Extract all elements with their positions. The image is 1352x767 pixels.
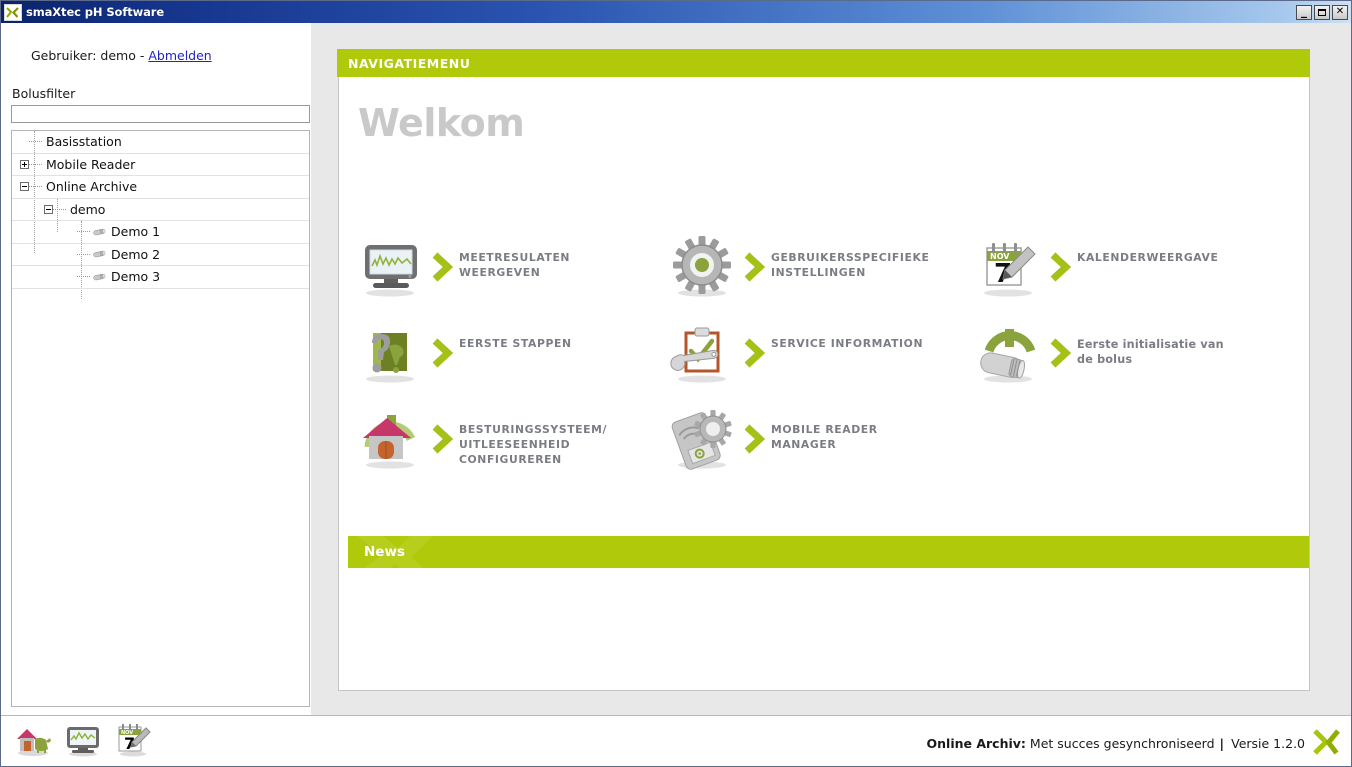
tree-connector: [77, 231, 90, 233]
tree-item-label: Demo 2: [111, 246, 161, 262]
main-card-inner: Welkom MEETRESULATEN WEERGEVEN GEBRUIKERS…: [339, 79, 1309, 690]
tree-item-label: Online Archive: [46, 179, 138, 195]
page-title: Welkom: [358, 101, 525, 145]
chevron-right-icon: [429, 407, 459, 471]
close-button[interactable]: ✕: [1332, 4, 1348, 20]
main-card: Welkom MEETRESULATEN WEERGEVEN GEBRUIKERS…: [338, 49, 1310, 691]
smaxtec-x-logo-icon: [4, 3, 22, 21]
tree-expand-icon[interactable]: [20, 159, 29, 169]
minimize-button[interactable]: _: [1296, 3, 1312, 20]
status-right: Online Archiv: Met succes gesynchronisee…: [927, 729, 1341, 758]
bolus-arc-icon: [975, 321, 1047, 385]
bolusfilter-label: Bolusfilter: [12, 86, 76, 101]
menu-tile[interactable]: MOBILE READER MANAGER: [669, 407, 878, 471]
minimize-icon: _: [1301, 3, 1307, 18]
device-tree[interactable]: Basisstation Mobile Reader Online Archive d…: [11, 130, 310, 707]
tree-item-online-archive[interactable]: Online Archive: [12, 176, 309, 199]
sidebar: Gebruiker: demo - Abmelden Bolusfilter B…: [1, 23, 311, 715]
chevron-right-icon: [741, 407, 771, 471]
workspace: Gebruiker: demo - Abmelden Bolusfilter B…: [1, 23, 1351, 715]
tree-connector: [29, 141, 42, 143]
menu-tile-label: KALENDERWEERGAVE: [1077, 251, 1219, 264]
monitor-chart-icon: [357, 235, 429, 299]
chevron-right-icon: [429, 321, 459, 385]
close-icon: ✕: [1335, 6, 1345, 17]
bolus-icon: [93, 251, 106, 258]
window-controls: _ ✕: [1296, 3, 1351, 20]
bolus-icon: [93, 273, 106, 281]
tree-item-demo-1[interactable]: Demo 1: [12, 221, 309, 244]
news-section-header: News: [348, 536, 1309, 568]
menu-tile[interactable]: SERVICE INFORMATION: [669, 321, 923, 385]
menu-tile-label: EERSTE STAPPEN: [459, 337, 572, 350]
tree-connector: [53, 208, 66, 211]
chevron-right-icon: [1047, 235, 1077, 299]
chevron-right-icon: [429, 235, 459, 299]
question-cow-icon: [357, 321, 429, 385]
menu-tile-label: MEETRESULATEN WEERGEVEN: [459, 251, 571, 279]
chevron-right-icon: [741, 321, 771, 385]
tree-connector: [29, 186, 42, 188]
maximize-icon: [1315, 6, 1329, 19]
application-window: smaXtec pH Software _ ✕ Gebruiker: demo …: [0, 0, 1352, 767]
version-text: Versie 1.2.0: [1231, 736, 1305, 751]
content-area: NAVIGATIEMENU Welkom MEETRESULATEN WEERG…: [311, 23, 1351, 715]
bolusfilter-input[interactable]: [11, 105, 310, 123]
tree-item-label: Demo 3: [111, 269, 161, 285]
menu-tile[interactable]: GEBRUIKERSSPECIFIEKE INSTELLINGEN: [669, 235, 929, 299]
house-cow-icon[interactable]: [13, 721, 53, 759]
window-titlebar: smaXtec pH Software _ ✕: [1, 1, 1351, 23]
menu-tile[interactable]: EERSTE STAPPEN: [357, 321, 572, 385]
tree-item-label: Demo 1: [111, 224, 161, 240]
menu-tile[interactable]: Eerste initialisatie van de bolus: [975, 321, 1224, 385]
tree-collapse-icon[interactable]: [44, 204, 53, 214]
tree-connector: [29, 163, 42, 166]
menu-tile[interactable]: BESTURINGSSYSTEEM/ UITLEESEENHEID CONFIG…: [357, 407, 607, 471]
menu-tile[interactable]: MEETRESULATEN WEERGEVEN: [357, 235, 570, 299]
clipboard-wrench-icon: [669, 321, 741, 385]
menu-tile-label: GEBRUIKERSSPECIFIEKE INSTELLINGEN: [771, 251, 930, 279]
status-bar: NOV 7 Online Archiv: Met succes gesynchr…: [1, 715, 1351, 766]
menu-tile-label: Eerste initialisatie van de bolus: [1077, 338, 1224, 367]
gear-settings-icon: [669, 235, 741, 299]
monitor-chart-icon[interactable]: [63, 721, 103, 759]
taskbar-icons: NOV 7: [13, 721, 153, 759]
tree-item-demo-3[interactable]: Demo 3: [12, 266, 309, 289]
logout-link[interactable]: Abmelden: [148, 48, 211, 63]
calendar-pen-icon: NOV 7: [975, 235, 1047, 299]
sync-text: Met succes gesynchroniseerd: [1029, 736, 1215, 751]
tree-connector: [77, 253, 90, 256]
user-info: Gebruiker: demo - Abmelden: [31, 48, 212, 63]
house-arc-icon: [357, 407, 429, 471]
tree-item-label: Mobile Reader: [46, 156, 136, 172]
menu-tile-label: MOBILE READER MANAGER: [771, 423, 878, 451]
smaxtec-x-logo-icon: [1313, 729, 1341, 758]
tree-item-demo-2[interactable]: Demo 2: [12, 244, 309, 266]
reader-gear-icon: [669, 407, 741, 471]
maximize-button[interactable]: [1314, 4, 1330, 20]
menu-tile-label: BESTURINGSSYSTEEM/ UITLEESEENHEID CONFIG…: [459, 423, 608, 466]
tree-item-label: Basisstation: [46, 134, 122, 150]
navigation-menu-header: NAVIGATIEMENU: [337, 49, 1310, 77]
chevron-right-icon: [1047, 321, 1077, 385]
tree-collapse-icon[interactable]: [20, 182, 29, 192]
menu-tile-label: SERVICE INFORMATION: [771, 337, 924, 350]
calendar-pen-icon[interactable]: NOV 7: [113, 721, 153, 759]
bolus-icon: [93, 228, 106, 236]
tree-item-label: demo: [70, 201, 106, 217]
tree-connector: [77, 276, 90, 278]
user-label: Gebruiker: demo -: [31, 48, 149, 63]
menu-tile[interactable]: NOV 7 KALENDERWEERGAVE: [975, 235, 1218, 299]
chevron-right-icon: [741, 235, 771, 299]
window-title: smaXtec pH Software: [26, 5, 165, 19]
tree-item-basisstation[interactable]: Basisstation: [12, 131, 309, 154]
status-separator: |: [1219, 736, 1225, 751]
sync-label: Online Archiv:: [926, 736, 1026, 751]
tree-item-demo[interactable]: demo: [12, 199, 309, 221]
tree-item-mobile-reader[interactable]: Mobile Reader: [12, 154, 309, 176]
news-title: News: [364, 544, 405, 560]
tree-rows: Basisstation Mobile Reader Online Archive d…: [12, 131, 309, 289]
